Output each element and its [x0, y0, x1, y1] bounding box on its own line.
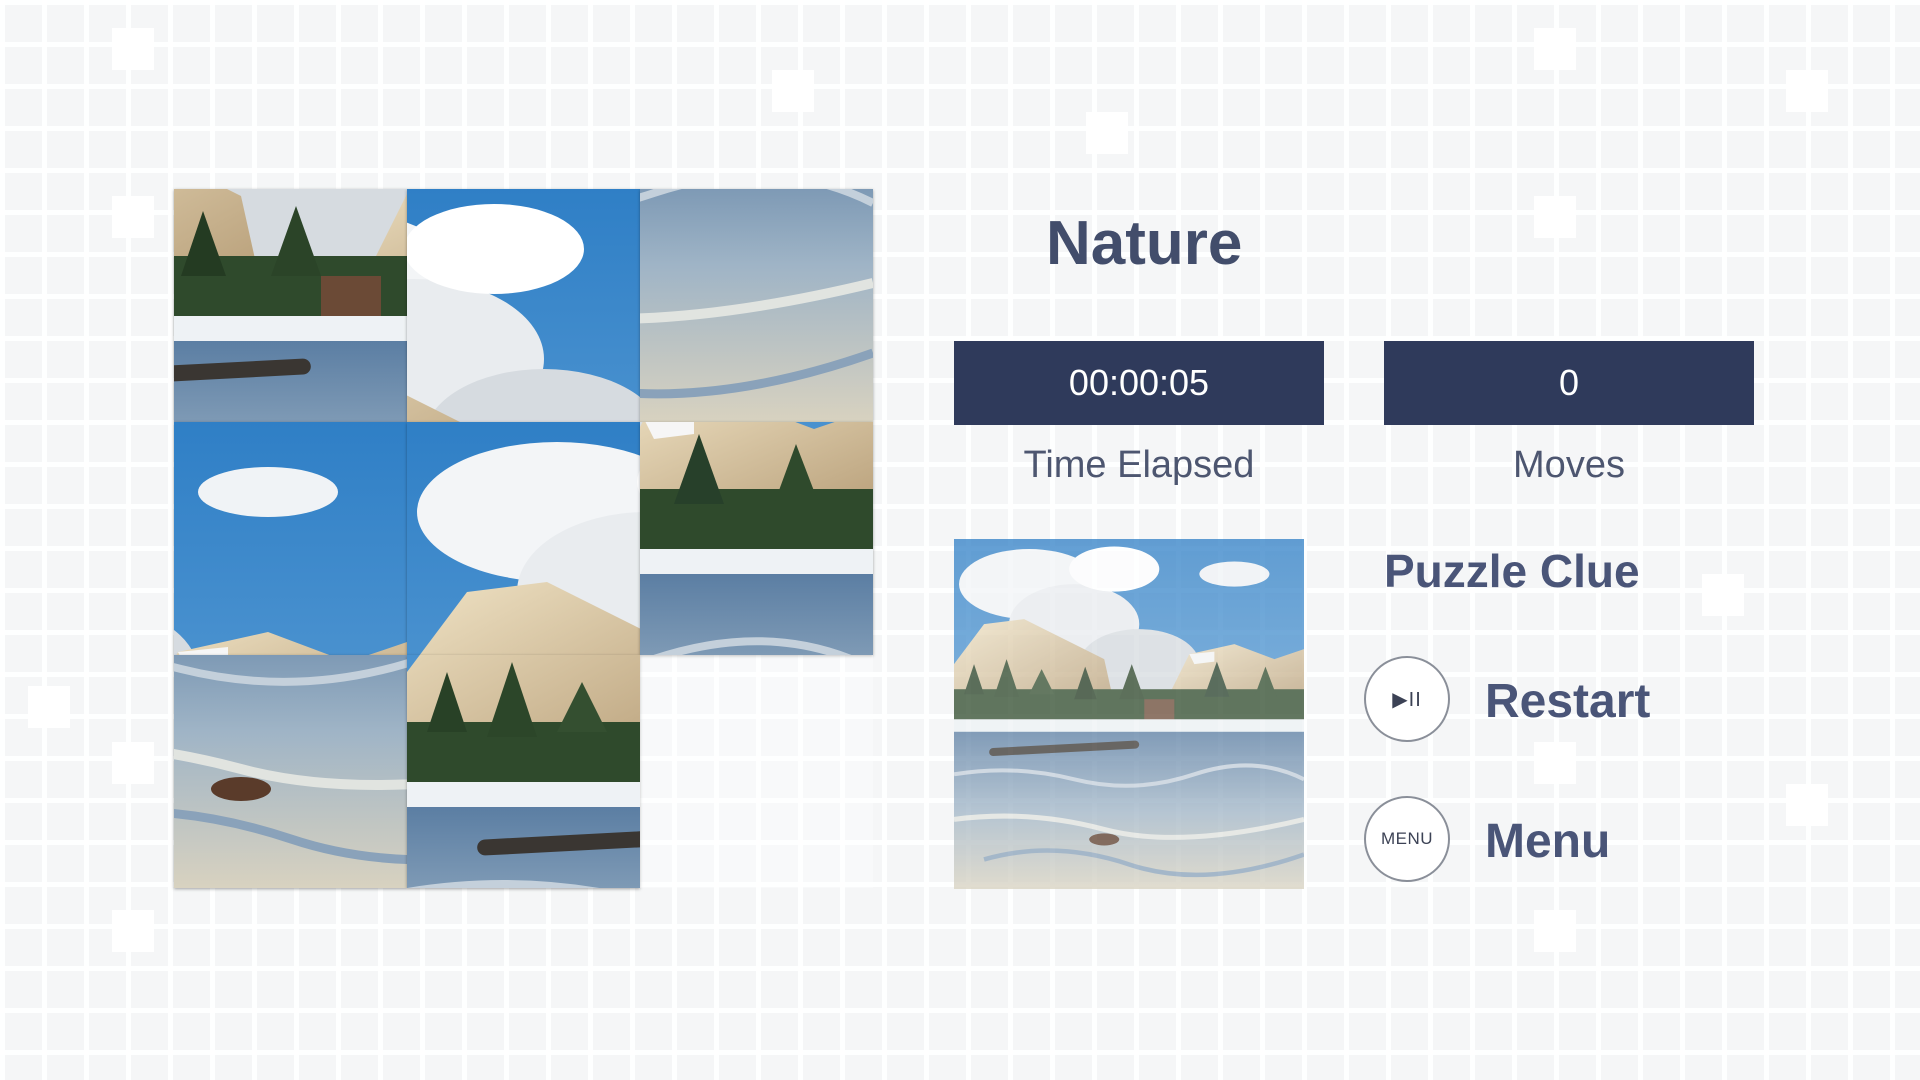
- background-square: [112, 742, 154, 784]
- timer-value: 00:00:05: [1068, 362, 1210, 403]
- puzzle-tile[interactable]: [174, 422, 407, 655]
- tile-image: [174, 422, 407, 655]
- tile-image: [640, 189, 873, 422]
- timer-display: 00:00:05: [954, 341, 1324, 425]
- background-square: [112, 196, 154, 238]
- clue-landscape: [954, 539, 1304, 889]
- puzzle-title: Nature: [1046, 209, 1243, 278]
- background-square: [1534, 910, 1576, 952]
- moves-value: 0: [1558, 362, 1580, 403]
- empty-slot[interactable]: [640, 655, 873, 888]
- background-square: [28, 686, 70, 728]
- timer-label: Time Elapsed: [1023, 444, 1255, 486]
- puzzle-tile[interactable]: [174, 655, 407, 888]
- background-square: [1086, 112, 1128, 154]
- moves-label: Moves: [1513, 444, 1625, 486]
- moves-display: 0: [1384, 341, 1754, 425]
- puzzle-tile[interactable]: [407, 422, 640, 655]
- background-square: [112, 910, 154, 952]
- puzzle-tile[interactable]: [174, 189, 407, 422]
- background-square: [1786, 784, 1828, 826]
- tile-image: [407, 422, 640, 655]
- puzzle-tile[interactable]: [640, 189, 873, 422]
- menu-icon: MENU: [1380, 829, 1434, 848]
- puzzle-clue-image: [954, 539, 1304, 889]
- menu-button[interactable]: MENU: [1364, 796, 1450, 882]
- background-square: [1534, 28, 1576, 70]
- tile-image: [640, 422, 873, 655]
- puzzle-tile[interactable]: [640, 422, 873, 655]
- background-square: [1534, 742, 1576, 784]
- background-square: [1786, 70, 1828, 112]
- tile-image: [174, 655, 407, 888]
- tile-image: [407, 655, 640, 888]
- tile-image: [407, 189, 640, 422]
- tile-image: [174, 189, 407, 422]
- background-square: [112, 28, 154, 70]
- puzzle-clue-heading: Puzzle Clue: [1384, 545, 1640, 597]
- background-square: [1702, 574, 1744, 616]
- restart-button[interactable]: ▶II: [1364, 656, 1450, 742]
- background-square: [1534, 196, 1576, 238]
- play-pause-icon: ▶II: [1392, 688, 1422, 711]
- background-square: [772, 70, 814, 112]
- puzzle-tile[interactable]: [407, 655, 640, 888]
- restart-label[interactable]: Restart: [1485, 674, 1650, 729]
- puzzle-tile[interactable]: [407, 189, 640, 422]
- menu-label[interactable]: Menu: [1485, 814, 1610, 869]
- puzzle-board: [174, 189, 876, 891]
